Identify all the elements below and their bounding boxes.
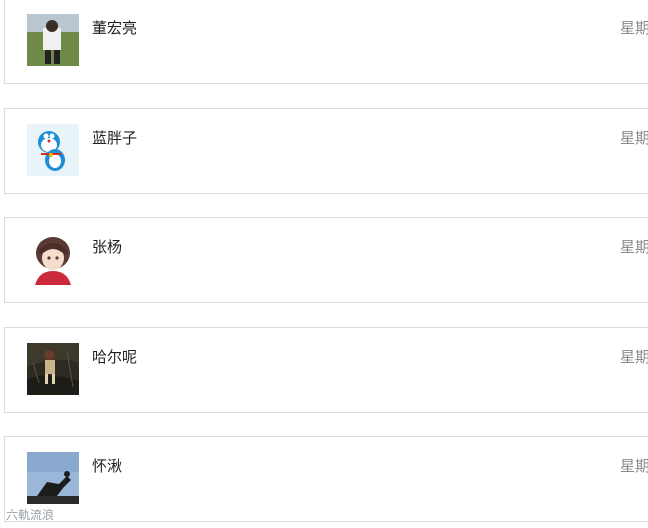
chat-list-item[interactable]: 哈尔呢 星期 xyxy=(4,327,648,413)
contact-name: 蓝胖子 xyxy=(92,129,138,147)
avatar xyxy=(27,343,79,395)
contact-name: 张杨 xyxy=(92,238,123,256)
message-time: 星期 xyxy=(620,457,648,475)
chat-list-item[interactable]: 蓝胖子 星期 xyxy=(4,108,648,194)
avatar xyxy=(27,124,79,176)
avatar xyxy=(27,14,79,66)
chat-list-item[interactable]: 怀湫 星期 xyxy=(4,436,648,522)
avatar xyxy=(27,452,79,504)
message-time: 星期 xyxy=(620,348,648,366)
chat-list-item[interactable]: 董宏亮 星期 xyxy=(4,0,648,84)
watermark: 六軌流浪 xyxy=(6,508,55,522)
contact-name: 哈尔呢 xyxy=(92,348,138,366)
contact-name: 董宏亮 xyxy=(92,19,138,37)
message-time: 星期 xyxy=(620,19,648,37)
contact-name: 怀湫 xyxy=(92,457,123,475)
chat-list-item[interactable]: 张杨 星期 xyxy=(4,217,648,303)
message-time: 星期 xyxy=(620,238,648,256)
message-time: 星期 xyxy=(620,129,648,147)
avatar xyxy=(27,233,79,285)
